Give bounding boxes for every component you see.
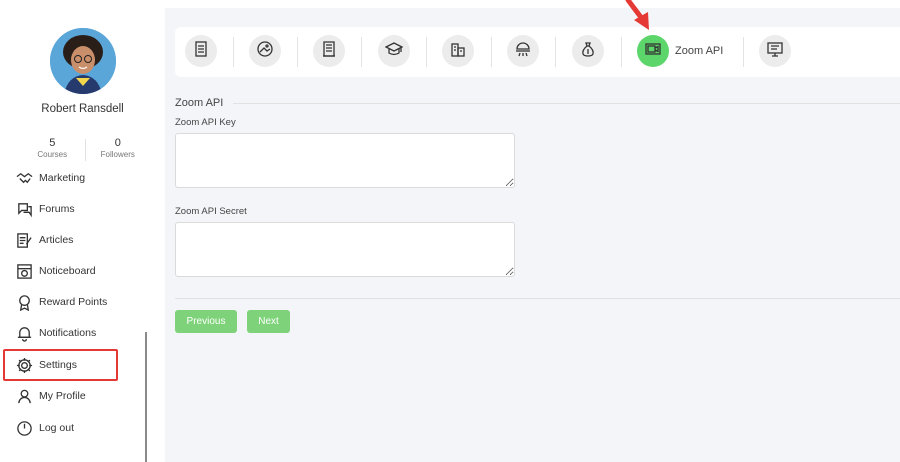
power-icon xyxy=(16,420,33,437)
settings-tab-bar: Zoom API xyxy=(175,27,900,77)
tab-document[interactable] xyxy=(185,35,217,67)
tab-money[interactable] xyxy=(572,35,604,67)
tab-separator xyxy=(361,37,362,67)
courses-count: 5 xyxy=(49,137,56,149)
bank-icon xyxy=(449,40,467,63)
tab-graduation[interactable] xyxy=(378,35,410,67)
avatar[interactable] xyxy=(50,28,116,94)
api-key-label: Zoom API Key xyxy=(175,117,236,128)
followers-stat: 0 Followers xyxy=(86,137,151,163)
tab-book[interactable] xyxy=(313,35,345,67)
tab-monitor[interactable] xyxy=(759,35,791,67)
article-icon xyxy=(16,232,33,249)
sidebar-item-label: Forums xyxy=(39,203,75,215)
sidebar-item-label: Log out xyxy=(39,422,75,434)
tab-separator xyxy=(233,37,234,67)
sidebar: Robert Ransdell 5 Courses 0 Followers Ma… xyxy=(0,0,165,462)
sidebar-item-notifications[interactable]: Notifications xyxy=(16,322,96,344)
user-stats: 5 Courses 0 Followers xyxy=(20,137,150,163)
sidebar-item-label: Articles xyxy=(39,234,74,246)
zoom-camera-icon xyxy=(644,40,662,63)
sidebar-scrollbar[interactable] xyxy=(145,332,147,462)
sidebar-item-marketing[interactable]: Marketing xyxy=(16,167,85,189)
web-icon xyxy=(514,40,532,63)
section-divider xyxy=(233,103,900,104)
money-bag-icon xyxy=(579,40,597,63)
tab-zoom-api[interactable] xyxy=(637,35,669,67)
sidebar-item-label: Notifications xyxy=(39,327,97,339)
award-icon xyxy=(16,294,33,311)
sidebar-item-forums[interactable]: Forums xyxy=(16,198,75,220)
zoom-api-secret-field[interactable] xyxy=(175,222,515,277)
tab-separator xyxy=(491,37,492,67)
sidebar-item-articles[interactable]: Articles xyxy=(16,229,73,251)
sidebar-item-label: My Profile xyxy=(39,390,86,402)
bell-icon xyxy=(16,325,33,342)
section-title: Zoom API xyxy=(175,97,224,109)
sidebar-item-label: Marketing xyxy=(39,172,86,184)
tab-separator xyxy=(426,37,427,67)
monitor-icon xyxy=(766,40,784,63)
previous-button[interactable]: Previous xyxy=(175,310,237,333)
sidebar-item-log-out[interactable]: Log out xyxy=(16,417,74,439)
tab-separator xyxy=(555,37,556,67)
courses-label: Courses xyxy=(37,150,68,159)
sidebar-item-noticeboard[interactable]: Noticeboard xyxy=(16,260,96,282)
noticeboard-icon xyxy=(16,263,33,280)
sidebar-item-my-profile[interactable]: My Profile xyxy=(16,385,86,407)
user-name: Robert Ransdell xyxy=(41,103,124,115)
tab-separator xyxy=(297,37,298,67)
next-button[interactable]: Next xyxy=(247,310,290,333)
red-arrow-indicator xyxy=(625,0,649,30)
book-icon xyxy=(320,40,338,63)
user-icon xyxy=(16,388,33,405)
tab-bank[interactable] xyxy=(442,35,474,67)
tab-separator xyxy=(743,37,744,67)
tab-image[interactable] xyxy=(249,35,281,67)
sidebar-item-reward-points[interactable]: Reward Points xyxy=(16,291,107,313)
tab-zoom-api-label[interactable]: Zoom API xyxy=(675,45,723,57)
sidebar-item-label: Reward Points xyxy=(39,296,108,308)
image-icon xyxy=(256,40,274,63)
tab-web[interactable] xyxy=(507,35,539,67)
courses-stat: 5 Courses xyxy=(20,137,85,163)
handshake-icon xyxy=(16,170,33,187)
settings-highlight-box xyxy=(3,349,118,381)
followers-label: Followers xyxy=(100,150,135,159)
chat-icon xyxy=(16,201,33,218)
tab-separator xyxy=(621,37,622,67)
sidebar-item-label: Noticeboard xyxy=(39,265,96,277)
graduation-cap-icon xyxy=(384,40,404,63)
zoom-api-key-field[interactable] xyxy=(175,133,515,188)
form-divider xyxy=(175,298,900,299)
followers-count: 0 xyxy=(114,137,121,149)
api-secret-label: Zoom API Secret xyxy=(175,206,247,217)
document-icon xyxy=(192,40,210,63)
